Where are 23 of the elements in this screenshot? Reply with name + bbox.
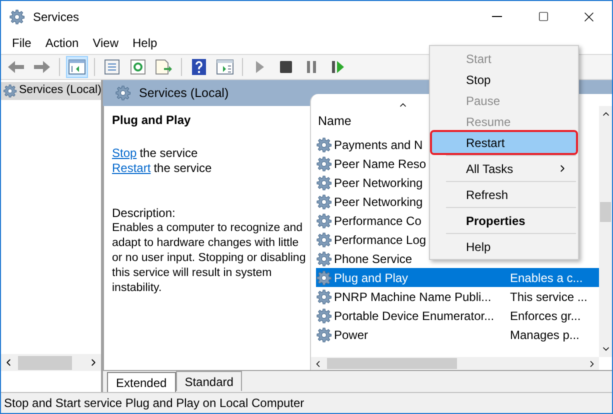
service-description: Enforces gr... <box>509 308 581 324</box>
window-title: Services <box>33 8 80 26</box>
service-name: Performance Co <box>334 214 422 228</box>
service-name: Peer Networking <box>334 176 423 190</box>
service-name: Phone Service <box>334 252 412 266</box>
service-description: This service ... <box>509 288 588 306</box>
service-name: Performance Log <box>334 232 426 246</box>
service-name: Portable Device Enumerator... <box>334 308 494 322</box>
service-name: Payments and N <box>334 138 423 152</box>
service-description: Enables a c... <box>509 270 583 286</box>
pane-title: Services (Local) <box>139 84 229 102</box>
action-text: the service <box>154 161 212 176</box>
service-name: Peer Networking <box>334 194 423 208</box>
description-text: Enables a computer to recognize and adapt to hardware changes with little or no user input. Stopping or disabling this service will result in system instability. <box>112 221 306 296</box>
service-name: PNRP Machine Name Publi... <box>334 290 492 304</box>
service-name: Power <box>334 328 368 342</box>
service-description: Manages p... <box>509 326 580 344</box>
service-name: Plug and Play <box>334 270 408 284</box>
action-text: the service <box>140 146 198 161</box>
service-title: Plug and Play <box>112 112 192 129</box>
description-label: Description: <box>112 206 176 221</box>
service-name: Peer Name Reso <box>334 156 426 170</box>
status-text: Stop and Start service Plug and Play on Local Computer <box>4 395 304 412</box>
